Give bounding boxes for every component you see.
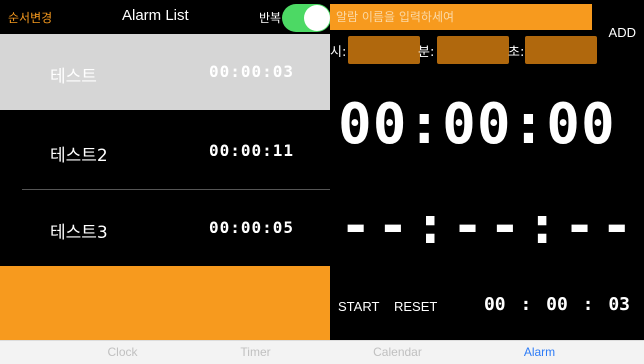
hour-field[interactable] (348, 36, 420, 64)
reorder-button[interactable]: 순서변경 (8, 9, 52, 26)
alarm-editor-panel: ADD 시: 분: 초: 00:00:00 --:--:-- START RES… (330, 0, 644, 340)
minute-label: 분: (418, 45, 435, 60)
main-time-display: 00:00:00 (338, 92, 616, 157)
second-label: 초: (508, 45, 525, 60)
add-button[interactable]: ADD (609, 25, 636, 40)
reset-button[interactable]: RESET (394, 299, 437, 314)
alarm-row[interactable]: 테스트2 00:00:11 (0, 110, 330, 190)
tab-calendar[interactable]: Calendar (317, 345, 478, 359)
toggle-knob (304, 5, 330, 31)
minute-field[interactable] (437, 36, 509, 64)
start-button[interactable]: START (338, 299, 379, 314)
tab-timer[interactable]: Timer (175, 345, 336, 359)
second-field[interactable] (525, 36, 597, 64)
alarm-row[interactable]: 테스트 00:00:03 (0, 34, 330, 110)
idle-time-display: --:--:-- (340, 196, 639, 256)
alarm-name: 테스트3 (50, 223, 108, 243)
tab-bar: Clock Timer Calendar Alarm (0, 340, 644, 364)
tab-alarm[interactable]: Alarm (459, 345, 620, 359)
alarm-time: 00:00:11 (208, 141, 294, 160)
empty-row-highlight[interactable] (0, 266, 330, 340)
alarm-row[interactable]: 테스트3 00:00:05 (0, 190, 330, 266)
list-title: Alarm List (122, 7, 189, 24)
alarm-list-panel: 순서변경 Alarm List 반복 테스트 00:00:03 테스트2 00:… (0, 0, 331, 340)
repeat-label: 반복 (259, 11, 282, 25)
alarm-name: 테스트 (50, 67, 97, 87)
alarm-name: 테스트2 (50, 146, 108, 166)
selected-alarm-time: 00 : 00 : 03 (483, 294, 630, 315)
alarm-time: 00:00:03 (208, 62, 294, 81)
repeat-toggle[interactable] (282, 4, 331, 32)
hour-label: 시: (330, 45, 347, 60)
alarm-time: 00:00:05 (208, 218, 294, 237)
alarm-name-input[interactable] (330, 4, 592, 30)
list-header: 순서변경 Alarm List 반복 (0, 0, 331, 34)
